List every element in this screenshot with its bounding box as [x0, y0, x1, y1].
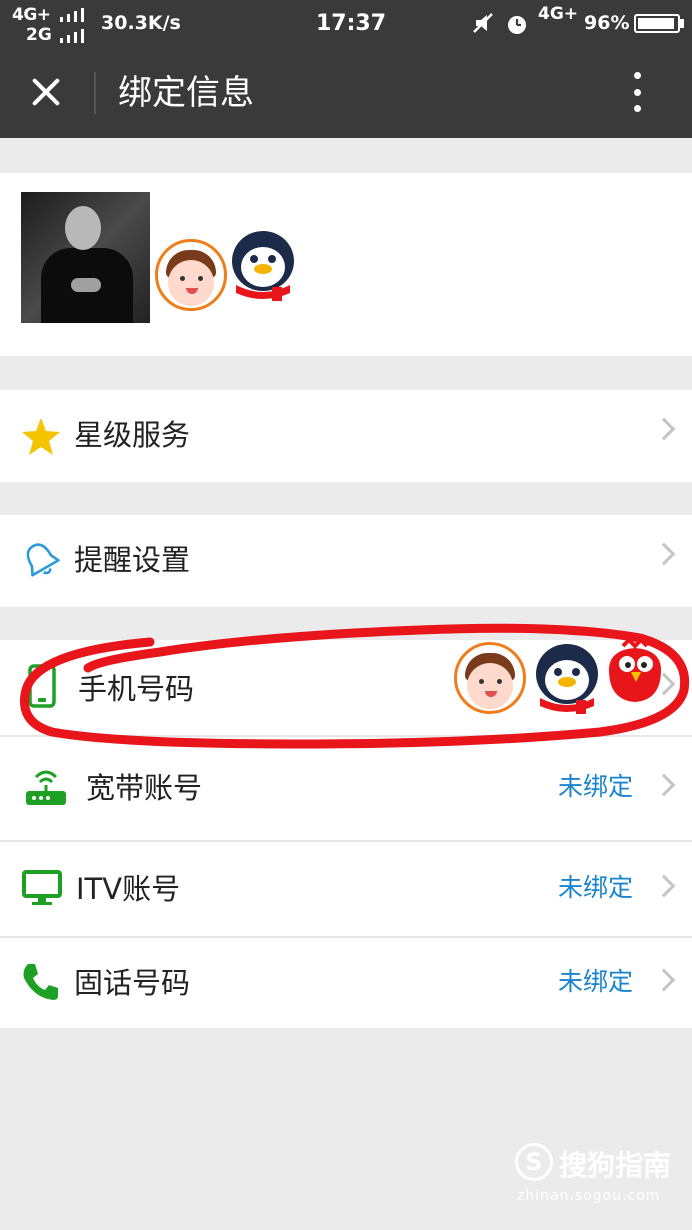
reminder-label: 提醒设置: [74, 543, 191, 577]
chevron-right-icon: [652, 773, 676, 797]
binding-row-mobile[interactable]: 手机号码: [0, 640, 692, 735]
watermark-url: zhinan.sogou.com: [517, 1188, 661, 1204]
sogou-logo-icon: S: [515, 1143, 553, 1181]
boy-badge-icon: [155, 239, 227, 311]
binding-label: 宽带账号: [86, 771, 203, 805]
battery-icon: [634, 14, 680, 33]
profile-card: [0, 173, 692, 356]
clock: 17:37: [316, 11, 387, 36]
chevron-right-icon: [652, 874, 676, 898]
penguin-badge-icon: [536, 644, 598, 714]
network-type-right: 4G+: [538, 4, 579, 24]
chevron-right-icon: [652, 417, 676, 441]
boy-badge-icon: [454, 642, 526, 714]
network-type-secondary: 2G: [26, 25, 52, 45]
avatar[interactable]: [21, 192, 150, 323]
phone-icon: [28, 664, 56, 708]
battery-level: 96%: [584, 12, 630, 34]
signal-bars-icon: [60, 8, 86, 22]
binding-status[interactable]: 未绑定: [558, 964, 633, 1000]
router-icon: [26, 770, 66, 805]
star-service-label: 星级服务: [74, 418, 191, 452]
binding-status[interactable]: 未绑定: [558, 769, 633, 805]
telephone-icon: [23, 964, 58, 1000]
status-bar: 4G+ 2G 30.3K/s 17:37 4G+ 96%: [0, 0, 692, 46]
binding-row-broadband[interactable]: 宽带账号 未绑定: [0, 737, 692, 840]
close-icon[interactable]: [22, 68, 70, 116]
binding-label: ITV账号: [76, 872, 181, 906]
red-bird-badge-icon: [609, 640, 661, 702]
watermark-name: 搜狗指南: [559, 1149, 672, 1182]
monitor-icon: [22, 870, 62, 905]
binding-row-landline[interactable]: 固话号码 未绑定: [0, 938, 692, 1028]
binding-label: 固话号码: [74, 966, 191, 1000]
network-type-primary: 4G+: [12, 5, 51, 25]
chevron-right-icon: [652, 542, 676, 566]
title-bar: 绑定信息: [0, 46, 692, 138]
star-icon: [22, 418, 60, 455]
star-service-row[interactable]: 星级服务: [0, 390, 692, 482]
more-options-icon[interactable]: [622, 66, 652, 118]
bell-icon: [26, 543, 60, 577]
binding-row-itv[interactable]: ITV账号 未绑定: [0, 842, 692, 936]
network-speed: 30.3K/s: [101, 12, 181, 34]
binding-label: 手机号码: [78, 672, 195, 706]
divider: [94, 72, 96, 114]
mute-icon: [473, 13, 493, 33]
chevron-right-icon: [652, 968, 676, 992]
reminder-row[interactable]: 提醒设置: [0, 515, 692, 607]
page-title: 绑定信息: [118, 73, 254, 113]
penguin-badge-icon: [232, 231, 294, 301]
battery-tip: [680, 19, 684, 28]
alarm-icon: [508, 16, 526, 34]
signal-bars-secondary-icon: [60, 29, 86, 43]
binding-status[interactable]: 未绑定: [558, 870, 633, 906]
